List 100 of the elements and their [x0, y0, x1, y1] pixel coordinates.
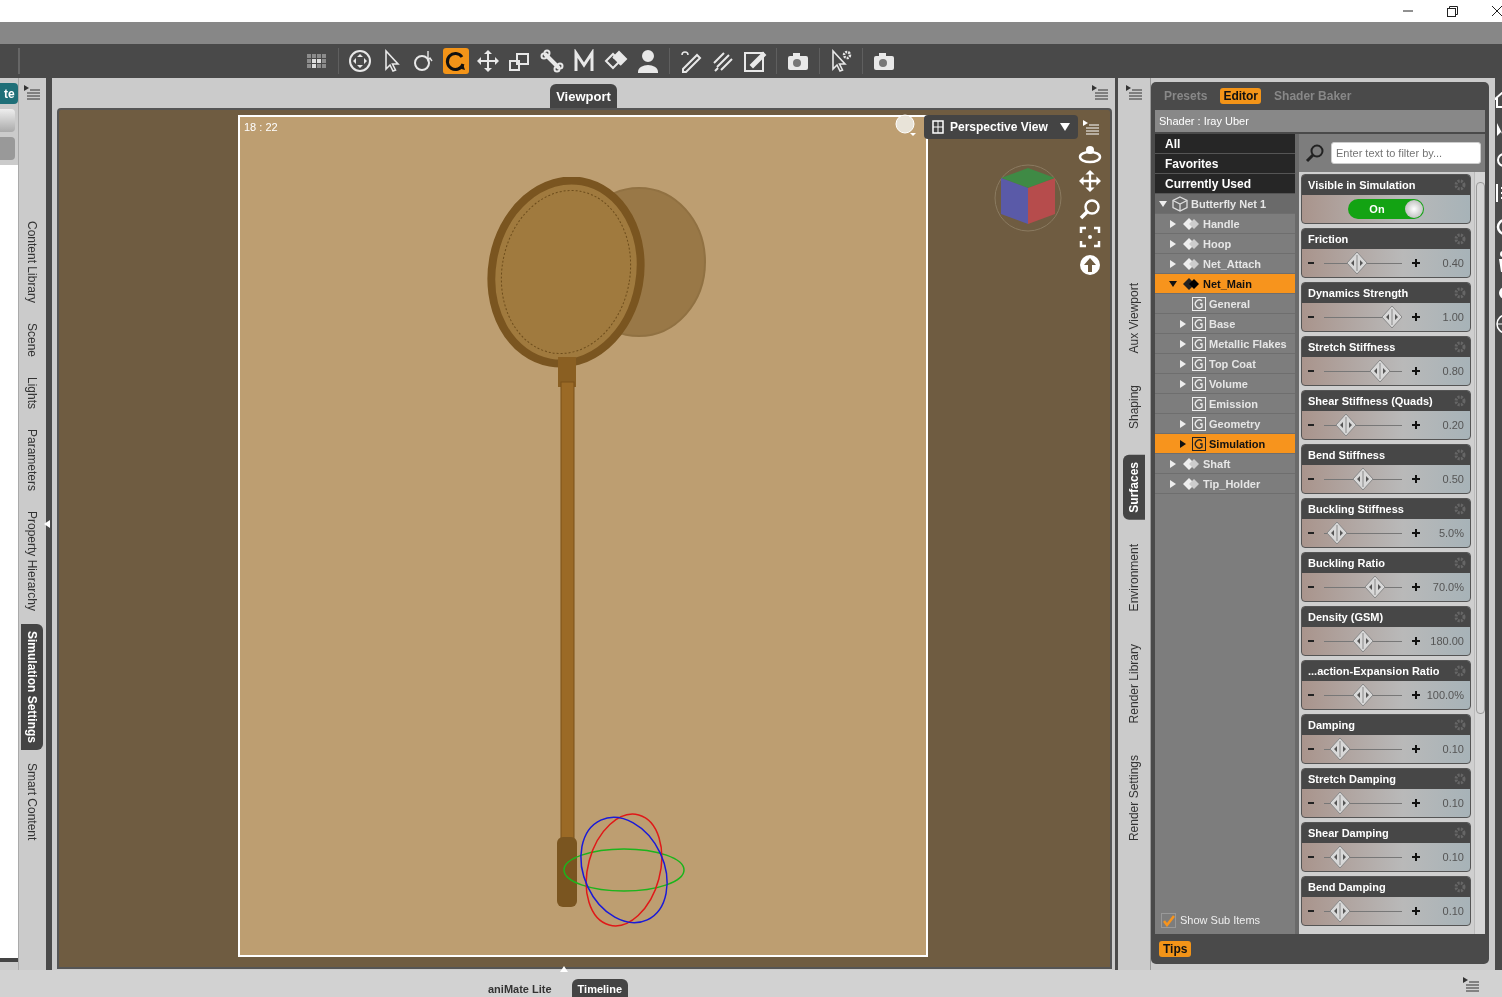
menu-icon[interactable] — [1125, 84, 1143, 100]
property-name: Buckling Ratio — [1308, 557, 1385, 569]
filter-item[interactable]: All — [1155, 134, 1295, 154]
plus-icon[interactable] — [1412, 637, 1420, 645]
menu-icon[interactable] — [1091, 84, 1109, 100]
move-circle-icon[interactable] — [347, 48, 373, 74]
minus-icon[interactable] — [1308, 909, 1314, 913]
restore-icon[interactable] — [1447, 5, 1458, 17]
viewport-tab[interactable]: Viewport — [550, 84, 617, 108]
panel-tab[interactable]: Surfaces — [1123, 454, 1145, 520]
slider-thumb[interactable] — [1353, 684, 1373, 706]
plus-icon[interactable] — [1412, 313, 1420, 321]
slider-thumb[interactable] — [1326, 522, 1347, 544]
panel-tab[interactable]: Render Settings — [1123, 748, 1145, 849]
minus-icon[interactable] — [1308, 639, 1314, 643]
slider-thumb[interactable] — [1370, 360, 1391, 382]
filter-item[interactable]: Currently Used — [1155, 174, 1295, 194]
expand-arrow-icon[interactable] — [1179, 439, 1187, 448]
panel-tab[interactable]: Environment — [1123, 537, 1145, 619]
square-arc-icon — [1192, 416, 1206, 431]
expand-arrow-icon[interactable] — [1169, 279, 1177, 288]
frame-icon[interactable] — [1079, 226, 1101, 248]
plus-icon[interactable] — [1412, 907, 1420, 915]
minus-icon[interactable] — [1308, 747, 1314, 751]
tree-item-label: Net_Attach — [1203, 257, 1262, 270]
tree-item[interactable]: Net_Main — [1155, 274, 1295, 294]
move-arrows-icon[interactable] — [475, 48, 501, 74]
minus-icon[interactable] — [1308, 369, 1314, 373]
property-name: Friction — [1308, 233, 1349, 245]
close-icon[interactable] — [1492, 6, 1502, 16]
slider-thumb[interactable] — [1329, 846, 1350, 868]
editor-tab[interactable]: Editor — [1220, 88, 1262, 104]
minus-icon[interactable] — [1308, 801, 1314, 805]
tree-item[interactable]: Butterfly Net 1 — [1155, 194, 1295, 214]
plus-icon[interactable] — [1412, 583, 1420, 591]
filter-item[interactable]: Favorites — [1155, 154, 1295, 174]
move-arrows-icon[interactable] — [1079, 170, 1101, 192]
expand-arrow-icon[interactable] — [560, 966, 568, 972]
panel-tab[interactable]: Smart Content — [21, 756, 44, 848]
slider-thumb[interactable] — [1382, 306, 1402, 328]
slider-thumb[interactable] — [1353, 468, 1373, 490]
minus-icon[interactable] — [1308, 585, 1314, 589]
checkbox[interactable] — [1161, 912, 1176, 928]
minus-icon[interactable] — [1308, 315, 1314, 319]
panel-tab[interactable]: Render Library — [1123, 636, 1145, 730]
panel-tab[interactable]: Parameters — [21, 422, 44, 499]
plus-icon[interactable] — [1412, 529, 1420, 537]
menu-icon[interactable] — [1082, 119, 1100, 135]
slider-thumb[interactable] — [1329, 792, 1350, 814]
minus-icon[interactable] — [1308, 531, 1314, 535]
plus-icon[interactable] — [1412, 367, 1420, 375]
plus-icon[interactable] — [1412, 799, 1420, 807]
plus-icon[interactable] — [1412, 259, 1420, 267]
menu-icon[interactable] — [1462, 976, 1480, 992]
zoom-icon[interactable] — [1079, 198, 1101, 220]
panel-tab[interactable]: Property Hierarchy — [21, 504, 44, 619]
search-field[interactable]: Enter text to filter by... — [1331, 142, 1481, 164]
panel-tab[interactable]: Simulation Settings — [21, 624, 44, 751]
panel-tab[interactable]: Shaping — [1123, 378, 1145, 437]
menu-icon[interactable] — [23, 84, 42, 100]
plus-icon[interactable] — [1412, 853, 1420, 861]
pencil-icon[interactable] — [678, 48, 704, 74]
panel-button[interactable]: te — [0, 83, 18, 104]
plus-icon[interactable] — [1412, 745, 1420, 753]
expand-arrow-icon[interactable] — [1159, 199, 1167, 208]
panel-tab[interactable]: Scene — [21, 316, 44, 365]
rotate-icon[interactable] — [443, 48, 469, 74]
plus-icon[interactable] — [1412, 475, 1420, 483]
search-icon[interactable] — [1305, 143, 1325, 163]
slider-thumb[interactable] — [1329, 738, 1350, 760]
bone-icon[interactable] — [539, 48, 565, 74]
minus-icon[interactable] — [1308, 855, 1314, 859]
slider-thumb[interactable] — [1364, 576, 1385, 598]
slider-thumb[interactable] — [1335, 414, 1356, 436]
slider-thumb[interactable] — [1347, 252, 1368, 274]
slider-thumb[interactable] — [1329, 900, 1350, 922]
slider-thumb[interactable] — [1353, 630, 1373, 652]
scrollbar[interactable] — [1474, 172, 1485, 934]
minus-icon[interactable] — [1308, 261, 1314, 265]
property-value: 0.40 — [1441, 257, 1464, 269]
plus-icon[interactable] — [1412, 421, 1420, 429]
minus-icon[interactable] — [1308, 693, 1314, 697]
person-icon[interactable] — [635, 48, 661, 74]
collapse-arrow-icon[interactable] — [44, 520, 51, 528]
panel-tab[interactable]: Lights — [21, 370, 44, 417]
minus-icon[interactable] — [1308, 477, 1314, 481]
panel-tab[interactable]: aniMate Lite — [482, 979, 558, 997]
plus-icon[interactable] — [1412, 691, 1420, 699]
view-dropdown[interactable]: Perspective View — [924, 115, 1078, 139]
property-name: ...action-Expansion Ratio — [1308, 665, 1440, 677]
panel-tab[interactable]: Timeline — [571, 979, 628, 997]
minus-icon[interactable] — [1308, 423, 1314, 427]
orbit-icon[interactable] — [1078, 144, 1102, 164]
panel-tab[interactable]: Content Library — [21, 214, 44, 311]
sphere-icon[interactable] — [895, 114, 917, 136]
tree-item-label: Top Coat — [1209, 357, 1256, 370]
tree-item[interactable]: Simulation — [1155, 434, 1295, 454]
tips-button[interactable]: Tips — [1159, 941, 1192, 957]
panel-tab[interactable]: Aux Viewport — [1123, 276, 1145, 361]
diamond-pair-icon — [1182, 236, 1200, 251]
